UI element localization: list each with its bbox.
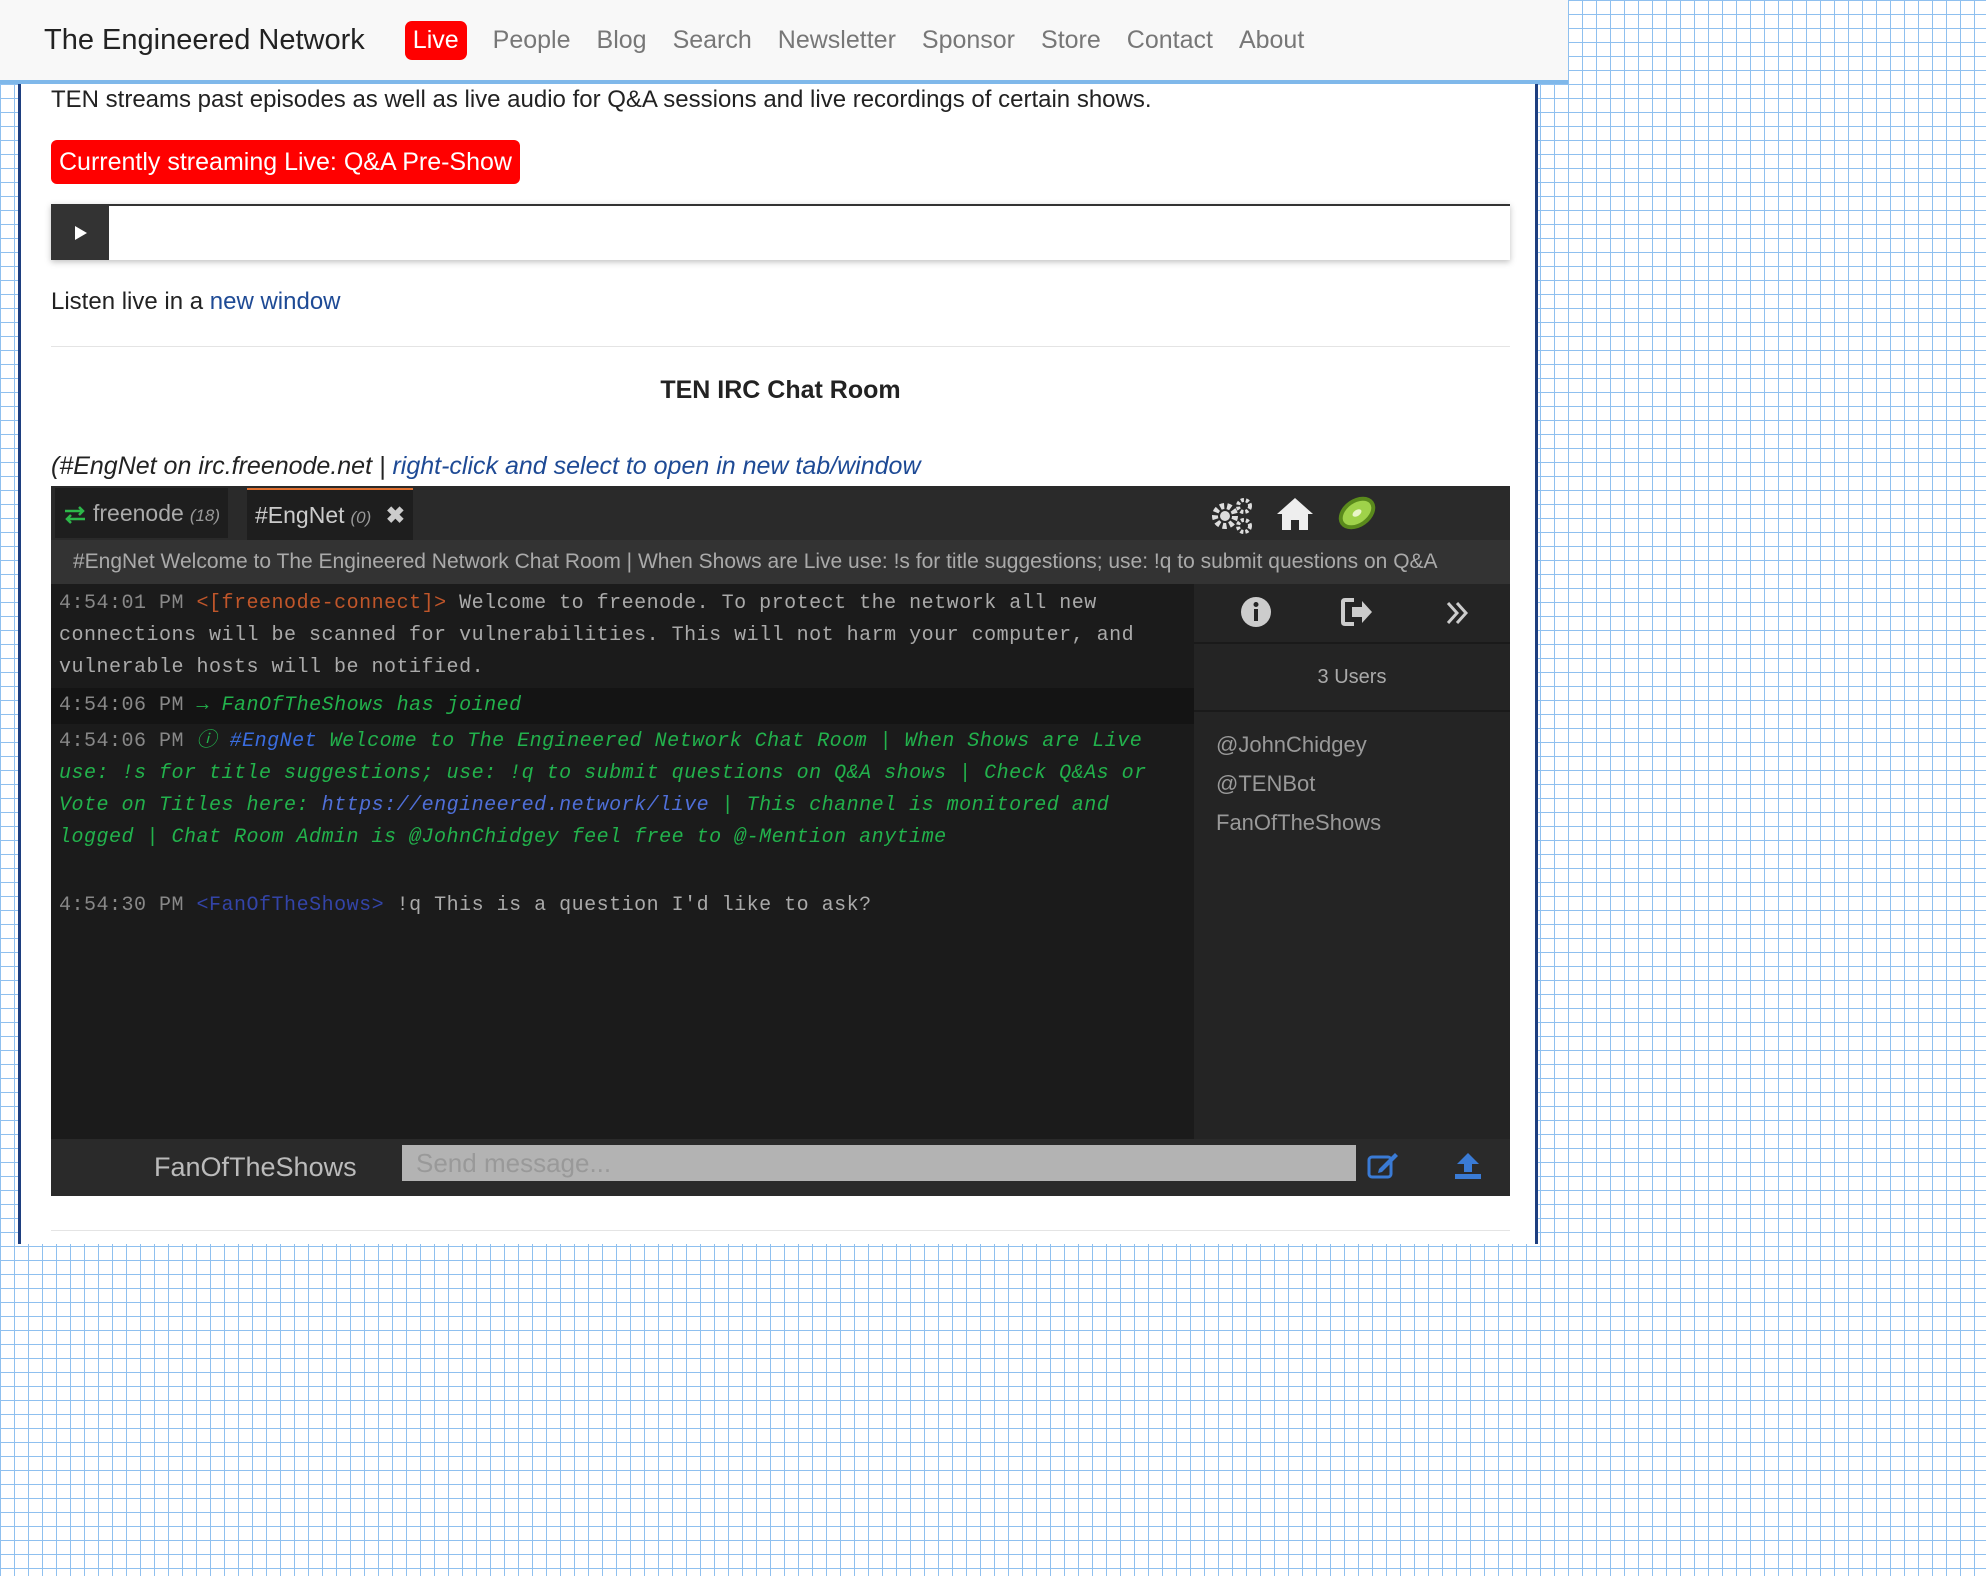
leave-channel-icon[interactable]: [1340, 596, 1374, 628]
chat-controls: FanOfTheShows: [51, 1139, 1510, 1196]
nav-link-contact[interactable]: Contact: [1127, 26, 1213, 55]
nav-link-blog[interactable]: Blog: [597, 26, 647, 55]
listen-live-line: Listen live in a new window: [51, 288, 341, 316]
open-chat-link[interactable]: right-click and select to open in new ta…: [392, 452, 920, 480]
new-window-link[interactable]: new window: [210, 288, 341, 315]
info-icon[interactable]: [1240, 596, 1272, 628]
sidebar-toolbar: [1194, 584, 1510, 644]
play-button[interactable]: [51, 206, 109, 260]
upload-icon[interactable]: [1453, 1151, 1483, 1181]
user-list-item[interactable]: FanOfTheShows: [1216, 810, 1381, 836]
user-sidebar: 3 Users @JohnChidgey @TENBot FanOfTheSho…: [1194, 584, 1510, 1139]
intro-text: TEN streams past episodes as well as liv…: [51, 86, 1152, 113]
message-time: 4:54:06 PM: [59, 730, 185, 753]
home-icon[interactable]: [1275, 496, 1315, 532]
nav-link-search[interactable]: Search: [673, 26, 752, 55]
message-channel[interactable]: #EngNet: [230, 730, 318, 753]
play-icon: [75, 226, 87, 240]
chat-message: 4:54:06 PM → FanOfTheShows has joined: [51, 688, 1194, 724]
message-text: → FanOfTheShows has joined: [196, 694, 522, 717]
nav-link-newsletter[interactable]: Newsletter: [778, 26, 896, 55]
nav-link-sponsor[interactable]: Sponsor: [922, 26, 1015, 55]
irc-server-text: (#EngNet on irc.freenode.net |: [51, 452, 386, 480]
navbar: The Engineered Network Live People Blog …: [0, 0, 1568, 84]
chat-message: 4:54:30 PM <FanOfTheShows> !q This is a …: [51, 890, 1194, 922]
irc-chat-widget: freenode (18) #EngNet (0) ✖ #EngNet Welco: [51, 486, 1510, 1196]
message-url[interactable]: https://engineered.network/live: [322, 794, 710, 817]
info-circle-icon: ⓘ: [196, 730, 218, 753]
chat-message: 4:54:06 PM ⓘ #EngNet Welcome to The Engi…: [51, 726, 1194, 854]
message-text: !q This is a question I'd like to ask?: [396, 894, 872, 917]
tab-freenode[interactable]: freenode (18): [55, 488, 229, 538]
nav-link-store[interactable]: Store: [1041, 26, 1101, 55]
tab-freenode-count: (18): [189, 506, 221, 525]
user-list-item[interactable]: @TENBot: [1216, 771, 1315, 797]
message-list: 4:54:01 PM <[freenode-connect]> Welcome …: [51, 584, 1194, 1139]
tab-engnet[interactable]: #EngNet (0) ✖: [247, 488, 413, 540]
main-content: TEN streams past episodes as well as liv…: [18, 84, 1538, 1244]
irc-subtitle: (#EngNet on irc.freenode.net | right-cli…: [51, 452, 921, 481]
divider: [51, 346, 1510, 347]
chat-message: 4:54:01 PM <[freenode-connect]> Welcome …: [51, 588, 1194, 684]
compose-icon[interactable]: [1367, 1151, 1399, 1179]
message-time: 4:54:01 PM: [59, 592, 185, 615]
users-count: 3 Users: [1194, 644, 1510, 712]
kiwi-icon[interactable]: [1335, 492, 1379, 534]
message-time: 4:54:30 PM: [59, 894, 185, 917]
nav-link-about[interactable]: About: [1239, 26, 1304, 55]
current-nick[interactable]: FanOfTheShows: [154, 1139, 357, 1196]
nav-link-live[interactable]: Live: [404, 20, 467, 60]
server-swap-icon: [65, 506, 85, 524]
chat-tab-bar: freenode (18) #EngNet (0) ✖: [51, 486, 1510, 540]
send-message-input[interactable]: [402, 1145, 1356, 1181]
listen-live-text: Listen live in a: [51, 288, 204, 315]
double-chevron-right-icon[interactable]: [1446, 600, 1468, 626]
tab-freenode-label: freenode: [93, 500, 184, 526]
close-icon[interactable]: ✖: [386, 502, 405, 528]
irc-title: TEN IRC Chat Room: [660, 376, 901, 404]
user-list-item[interactable]: @JohnChidgey: [1216, 732, 1367, 758]
nav-link-people[interactable]: People: [493, 26, 571, 55]
streaming-badge: Currently streaming Live: Q&A Pre-Show: [51, 140, 520, 184]
audio-player: [51, 204, 1510, 260]
site-brand[interactable]: The Engineered Network: [44, 24, 365, 57]
message-nick[interactable]: <[freenode-connect]>: [197, 592, 447, 615]
tab-engnet-count: (0): [350, 508, 372, 527]
message-nick[interactable]: <FanOfTheShows>: [197, 894, 385, 917]
tab-engnet-label: #EngNet: [255, 502, 345, 528]
channel-topic: #EngNet Welcome to The Engineered Networ…: [51, 540, 1510, 584]
message-time: 4:54:06 PM: [59, 694, 185, 717]
gears-icon[interactable]: [1209, 496, 1255, 536]
divider: [51, 1230, 1510, 1231]
